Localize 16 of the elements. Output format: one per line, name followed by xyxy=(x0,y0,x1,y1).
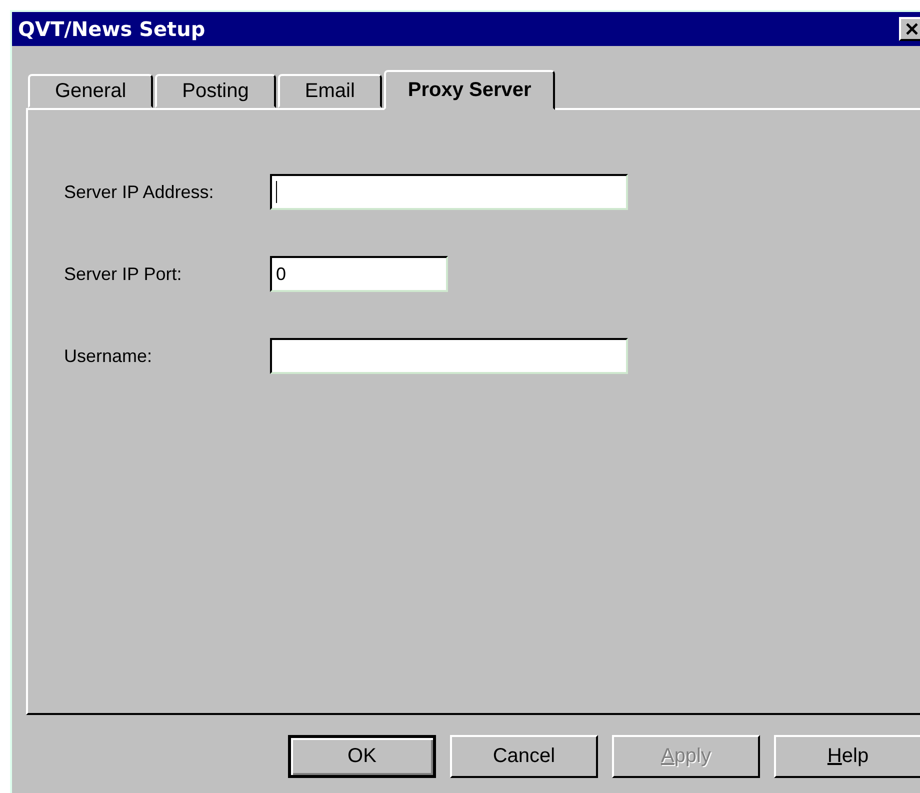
dialog-button[interactable]: Help xyxy=(774,735,920,778)
field-label: Server IP Port: xyxy=(64,264,183,284)
tab[interactable]: Email xyxy=(278,74,382,108)
tab[interactable]: Proxy Server xyxy=(384,70,556,110)
input-field[interactable] xyxy=(270,338,628,374)
tab[interactable]: General xyxy=(28,74,154,108)
input-field[interactable] xyxy=(270,174,628,210)
close-button[interactable] xyxy=(899,17,920,41)
tab[interactable]: Posting xyxy=(155,74,276,108)
input-field[interactable]: 0 xyxy=(270,256,448,292)
dialog-button[interactable]: Cancel xyxy=(450,735,598,778)
dialog-button[interactable]: OK xyxy=(288,735,436,778)
field-label: Server IP Address: xyxy=(64,182,215,202)
window-title: QVT/News Setup xyxy=(18,17,206,41)
field-label: Username: xyxy=(64,346,154,366)
close-icon xyxy=(904,22,920,36)
